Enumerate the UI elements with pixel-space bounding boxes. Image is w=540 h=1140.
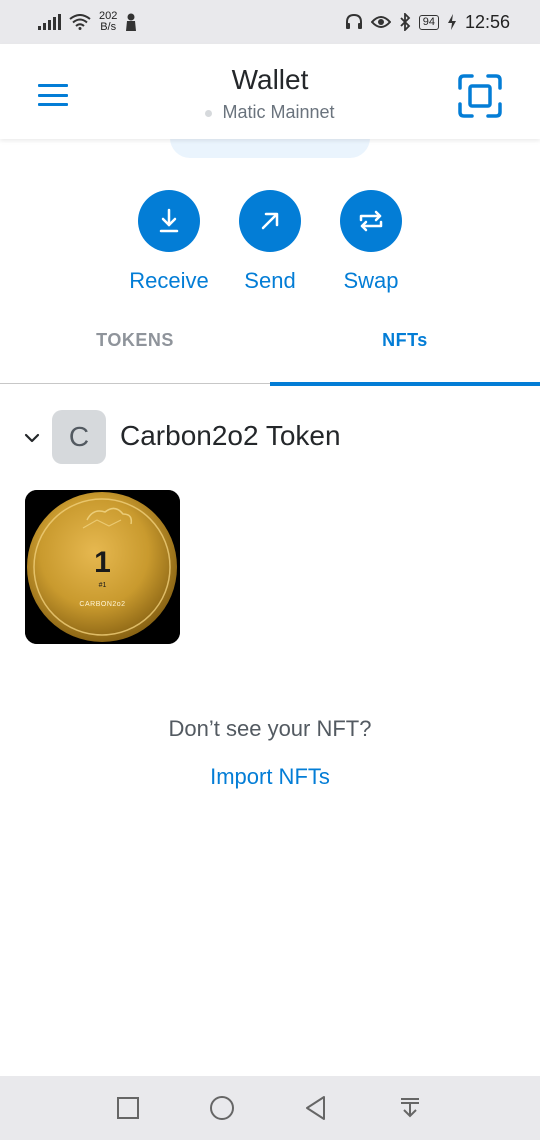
battery-level: 94 (418, 14, 439, 30)
network-speed-unit: B/s (100, 21, 117, 33)
system-nav-bar (0, 1076, 540, 1140)
swap-label: Swap (343, 268, 399, 293)
cell-signal-icon (38, 14, 61, 30)
tab-tokens[interactable]: TOKENS (0, 310, 270, 384)
receive-label: Receive (129, 268, 209, 293)
arrow-up-right-icon (261, 212, 279, 230)
notification-pull-icon[interactable] (396, 1094, 424, 1122)
swap-button[interactable]: Swap (326, 190, 416, 294)
receive-button[interactable]: Receive (124, 190, 214, 294)
tab-nfts[interactable]: NFTs (270, 310, 540, 386)
status-bar: 202 B/s 94 12:56 (0, 0, 540, 44)
import-nfts-link[interactable]: Import NFTs (0, 764, 540, 790)
asset-tabs: TOKENS NFTs (0, 310, 540, 386)
nft-brand: CARBON2o2 (79, 601, 126, 608)
arrow-down-to-line-icon (159, 208, 179, 233)
app-header: Wallet Matic Mainnet (0, 44, 540, 139)
qr-scan-icon[interactable] (458, 74, 502, 118)
nft-item-card[interactable]: 1 #1 CARBON2o2 (25, 490, 180, 644)
charging-icon (447, 14, 456, 30)
recent-apps-icon[interactable] (114, 1094, 142, 1122)
status-bar-right: 94 12:56 (345, 12, 510, 33)
headphones-icon (345, 14, 362, 29)
network-name: Matic Mainnet (222, 102, 335, 122)
collection-name: Carbon2o2 Token (120, 420, 341, 451)
network-speed: 202 B/s (99, 11, 117, 33)
eye-icon (370, 16, 391, 28)
bluetooth-icon (400, 13, 410, 31)
wifi-icon (69, 14, 91, 30)
missing-nft-prompt: Don’t see your NFT? (168, 716, 372, 741)
network-status-dot (205, 109, 213, 117)
swap-circle (340, 190, 402, 252)
back-icon[interactable] (302, 1094, 330, 1122)
collection-avatar: C (52, 410, 106, 464)
home-icon[interactable] (208, 1094, 236, 1122)
send-button[interactable]: Send (225, 190, 315, 294)
person-icon (126, 13, 137, 31)
chevron-down-icon[interactable] (22, 428, 42, 448)
nft-id-label: #1 (98, 582, 107, 589)
send-circle (239, 190, 301, 252)
nft-collection-header[interactable]: C Carbon2o2 Token (0, 410, 540, 466)
receive-circle (138, 190, 200, 252)
nft-number: 1 (94, 546, 111, 579)
send-label: Send (244, 268, 296, 293)
clock: 12:56 (464, 11, 510, 32)
swap-arrows-icon (359, 210, 383, 232)
status-bar-left: 202 B/s (38, 11, 137, 33)
